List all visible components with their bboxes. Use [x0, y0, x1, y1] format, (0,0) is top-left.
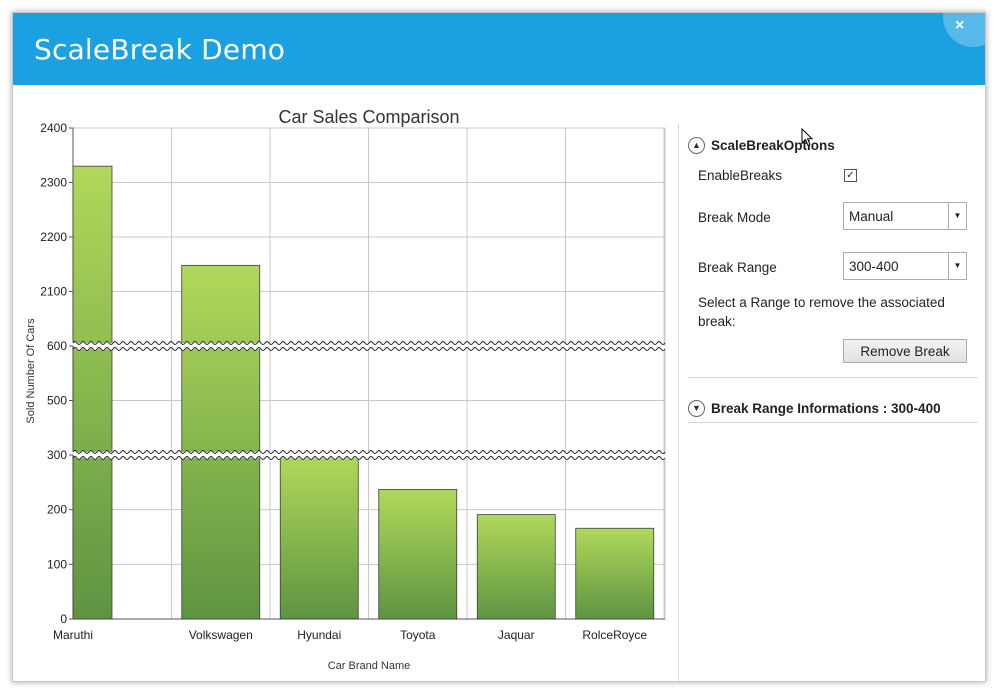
chart-title: Car Sales Comparison: [278, 107, 459, 127]
break-range-value: 300-400: [849, 259, 899, 274]
mouse-cursor-icon: [801, 128, 814, 147]
scale-break-gap: [70, 450, 668, 460]
y-axis-ticks: 0 100 200 300 500 600 2100 2200 2300 2400: [40, 121, 73, 626]
chart-bars: [72, 165, 655, 620]
x-tick-label: Maruthi: [53, 628, 93, 642]
x-tick-label: Volkswagen: [189, 628, 253, 642]
y-tick-label: 2400: [40, 121, 67, 135]
break-range-label: Break Range: [698, 260, 777, 275]
x-tick-label: Jaquar: [498, 628, 535, 642]
break-mode-value: Manual: [849, 209, 894, 224]
info-header-label: Break Range Informations : 300-400: [711, 401, 941, 416]
bar: [476, 514, 556, 620]
divider: [688, 422, 978, 423]
options-panel: ▲ ScaleBreakOptions EnableBreaks ✓ Break…: [678, 123, 985, 681]
break-range-info-header[interactable]: ▼ Break Range Informations : 300-400: [688, 400, 941, 417]
y-tick-label: 2300: [40, 176, 67, 190]
y-tick-label: 300: [47, 448, 67, 462]
y-axis-label: Sold Number Of Cars: [25, 318, 37, 424]
y-tick-label: 600: [47, 339, 67, 353]
y-tick-label: 0: [60, 612, 67, 626]
enable-breaks-checkbox[interactable]: ✓: [844, 169, 857, 182]
car-sales-chart: Car Sales Comparison 0 100 200 300 500 600 210…: [25, 107, 725, 672]
x-tick-label: Toyota: [400, 628, 436, 642]
options-header-label: ScaleBreakOptions: [711, 138, 835, 153]
remove-hint-text: Select a Range to remove the associated …: [698, 295, 945, 329]
break-range-select[interactable]: 300-400 ▼: [843, 252, 967, 280]
y-tick-label: 2200: [40, 230, 67, 244]
enable-breaks-label: EnableBreaks: [698, 168, 783, 183]
bar: [378, 489, 458, 620]
close-button[interactable]: ×: [943, 13, 985, 47]
chevron-up-icon[interactable]: ▲: [688, 137, 705, 154]
divider: [688, 377, 978, 378]
scale-break-gap: [70, 341, 668, 351]
window-title: ScaleBreak Demo: [34, 33, 286, 66]
demo-window: ScaleBreak Demo × Car Sales Comparison 0…: [12, 12, 986, 682]
bar: [575, 527, 655, 620]
x-axis-label: Car Brand Name: [328, 660, 411, 672]
x-tick-label: RolceRoyce: [582, 628, 647, 642]
title-bar: ScaleBreak Demo ×: [13, 13, 985, 85]
y-tick-label: 2100: [40, 285, 67, 299]
bar: [72, 165, 113, 620]
x-tick-label: Hyundai: [297, 628, 341, 642]
break-mode-select[interactable]: Manual ▼: [843, 202, 967, 230]
break-mode-label: Break Mode: [698, 210, 771, 225]
close-icon[interactable]: ×: [955, 17, 964, 35]
x-axis-ticks: Maruthi Volkswagen Hyundai Toyota Jaquar Rolc…: [53, 628, 725, 642]
chart-area: Car Sales Comparison 0 100 200 300 500 600 210…: [13, 85, 725, 681]
dropdown-arrow-icon[interactable]: ▼: [948, 203, 966, 229]
bar: [181, 264, 261, 620]
y-tick-label: 100: [47, 557, 67, 571]
remove-break-button[interactable]: Remove Break: [843, 339, 967, 363]
y-tick-label: 200: [47, 503, 67, 517]
bar: [279, 455, 359, 620]
chevron-down-icon[interactable]: ▼: [688, 400, 705, 417]
dropdown-arrow-icon[interactable]: ▼: [948, 253, 966, 279]
y-tick-label: 500: [47, 394, 67, 408]
